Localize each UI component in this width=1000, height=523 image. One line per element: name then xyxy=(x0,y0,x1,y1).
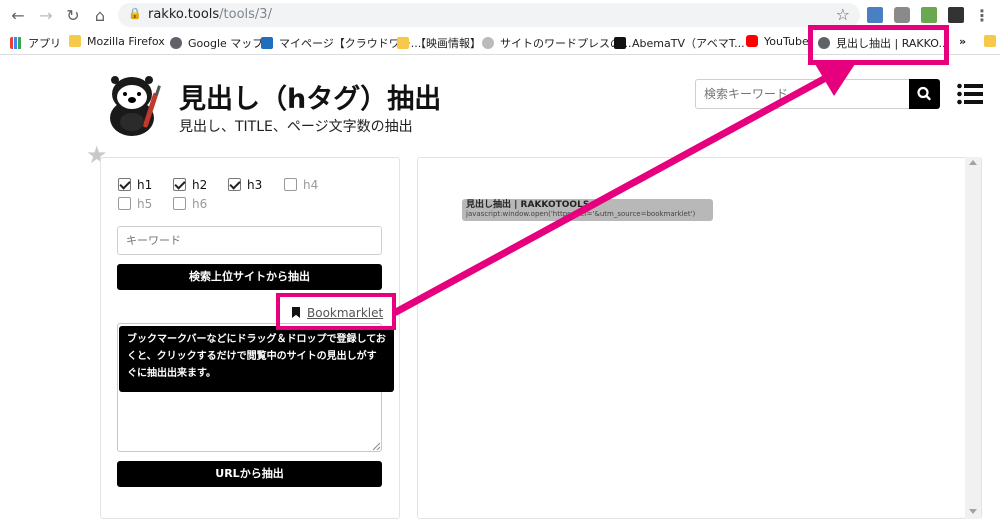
bookmarks-overflow-button[interactable]: » xyxy=(959,35,966,51)
bookmark-icon xyxy=(292,307,300,318)
bookmark-youtube[interactable]: YouTube xyxy=(746,35,809,51)
site-search-input[interactable] xyxy=(696,80,909,108)
extract-from-url-button[interactable]: URLから抽出 xyxy=(117,461,382,487)
bookmark-star-icon[interactable]: ☆ xyxy=(836,5,850,24)
url-path: /tools/3/ xyxy=(219,7,272,22)
bookmark-wordpress[interactable]: サイトのワードプレスの... xyxy=(482,35,632,51)
back-icon[interactable]: ← xyxy=(8,6,28,26)
forward-icon[interactable]: → xyxy=(36,6,56,26)
checkbox-box[interactable] xyxy=(284,178,297,191)
scroll-up-arrow-icon[interactable] xyxy=(969,160,977,165)
crowdworks-icon xyxy=(261,37,273,49)
bookmark-highlight-box xyxy=(808,25,949,65)
home-icon[interactable]: ⌂ xyxy=(90,6,110,26)
results-scrollbar[interactable] xyxy=(965,157,981,519)
m-extension-icon[interactable] xyxy=(948,7,964,23)
scroll-down-arrow-icon[interactable] xyxy=(969,509,977,514)
dragged-bookmarklet-ghost: 見出し抽出 | RAKKOTOOLS javascript:window.ope… xyxy=(462,199,713,221)
ghost-code: javascript:window.open('https:...ef='&ut… xyxy=(466,210,696,218)
extract-from-top-sites-button[interactable]: 検索上位サイトから抽出 xyxy=(117,264,382,290)
page-subtitle: 見出し、TITLE、ページ文字数の抽出 xyxy=(179,119,413,135)
checkbox-h3[interactable]: h3 xyxy=(228,178,262,194)
folder-icon xyxy=(397,37,409,49)
site-search-field[interactable] xyxy=(695,79,909,109)
keyword-field[interactable] xyxy=(117,226,382,255)
rakko-otter-logo-icon[interactable] xyxy=(104,72,170,136)
bookmarklet-tooltip: ブックマークバーなどにドラッグ＆ドロップで登録しておくと、クリックするだけで閲覧… xyxy=(119,326,394,392)
bookmark-folder-movies[interactable]: 【映画情報】 xyxy=(397,35,481,51)
camera-icon[interactable] xyxy=(894,7,910,23)
folder-icon xyxy=(984,35,996,47)
checkbox-h2[interactable]: h2 xyxy=(173,178,207,194)
bookmark-google-maps[interactable]: Google マップ xyxy=(170,35,263,51)
page-title: 見出し（hタグ）抽出 xyxy=(179,84,442,115)
resize-grip-icon[interactable] xyxy=(372,442,381,451)
keyword-input[interactable] xyxy=(118,227,381,254)
bookmark-folder-firefox[interactable]: Mozilla Firefox xyxy=(69,35,165,51)
bookmark-folder-other[interactable] xyxy=(984,35,1000,51)
reload-icon[interactable]: ↻ xyxy=(63,6,83,26)
lock-icon: 🔒 xyxy=(128,7,142,20)
youtube-icon xyxy=(746,35,758,47)
search-icon xyxy=(482,37,494,49)
chart-extension-icon[interactable] xyxy=(921,7,937,23)
bookmark-abematv[interactable]: AbemaTV（アベマT... xyxy=(614,35,745,51)
folder-icon xyxy=(69,35,81,47)
address-bar[interactable]: 🔒 rakko.tools/tools/3/ ☆ xyxy=(118,3,860,27)
bookmarklet-link[interactable]: Bookmarklet xyxy=(292,306,383,320)
hamburger-menu-icon[interactable] xyxy=(957,83,983,105)
globe-icon xyxy=(170,37,182,49)
checkbox-h1[interactable]: h1 xyxy=(118,178,152,194)
bookmark-apps[interactable]: アプリ xyxy=(10,35,61,51)
checkbox-h4[interactable]: h4 xyxy=(284,178,318,194)
ghost-title: 見出し抽出 | RAKKOTOOLS xyxy=(466,200,590,210)
url-host: rakko.tools xyxy=(148,7,220,22)
checkbox-h6[interactable]: h6 xyxy=(173,197,207,213)
checkbox-h5[interactable]: h5 xyxy=(118,197,152,213)
checkbox-box[interactable] xyxy=(228,178,241,191)
checkbox-box[interactable] xyxy=(118,197,131,210)
extension-icon[interactable] xyxy=(867,7,883,23)
checkbox-box[interactable] xyxy=(118,178,131,191)
search-icon xyxy=(917,86,931,101)
abema-icon xyxy=(614,37,626,49)
search-button[interactable] xyxy=(909,79,940,109)
checkbox-box[interactable] xyxy=(173,178,186,191)
checkbox-box[interactable] xyxy=(173,197,186,210)
chrome-menu-icon[interactable]: ⋮ xyxy=(972,6,992,26)
apps-grid-icon xyxy=(10,37,22,49)
